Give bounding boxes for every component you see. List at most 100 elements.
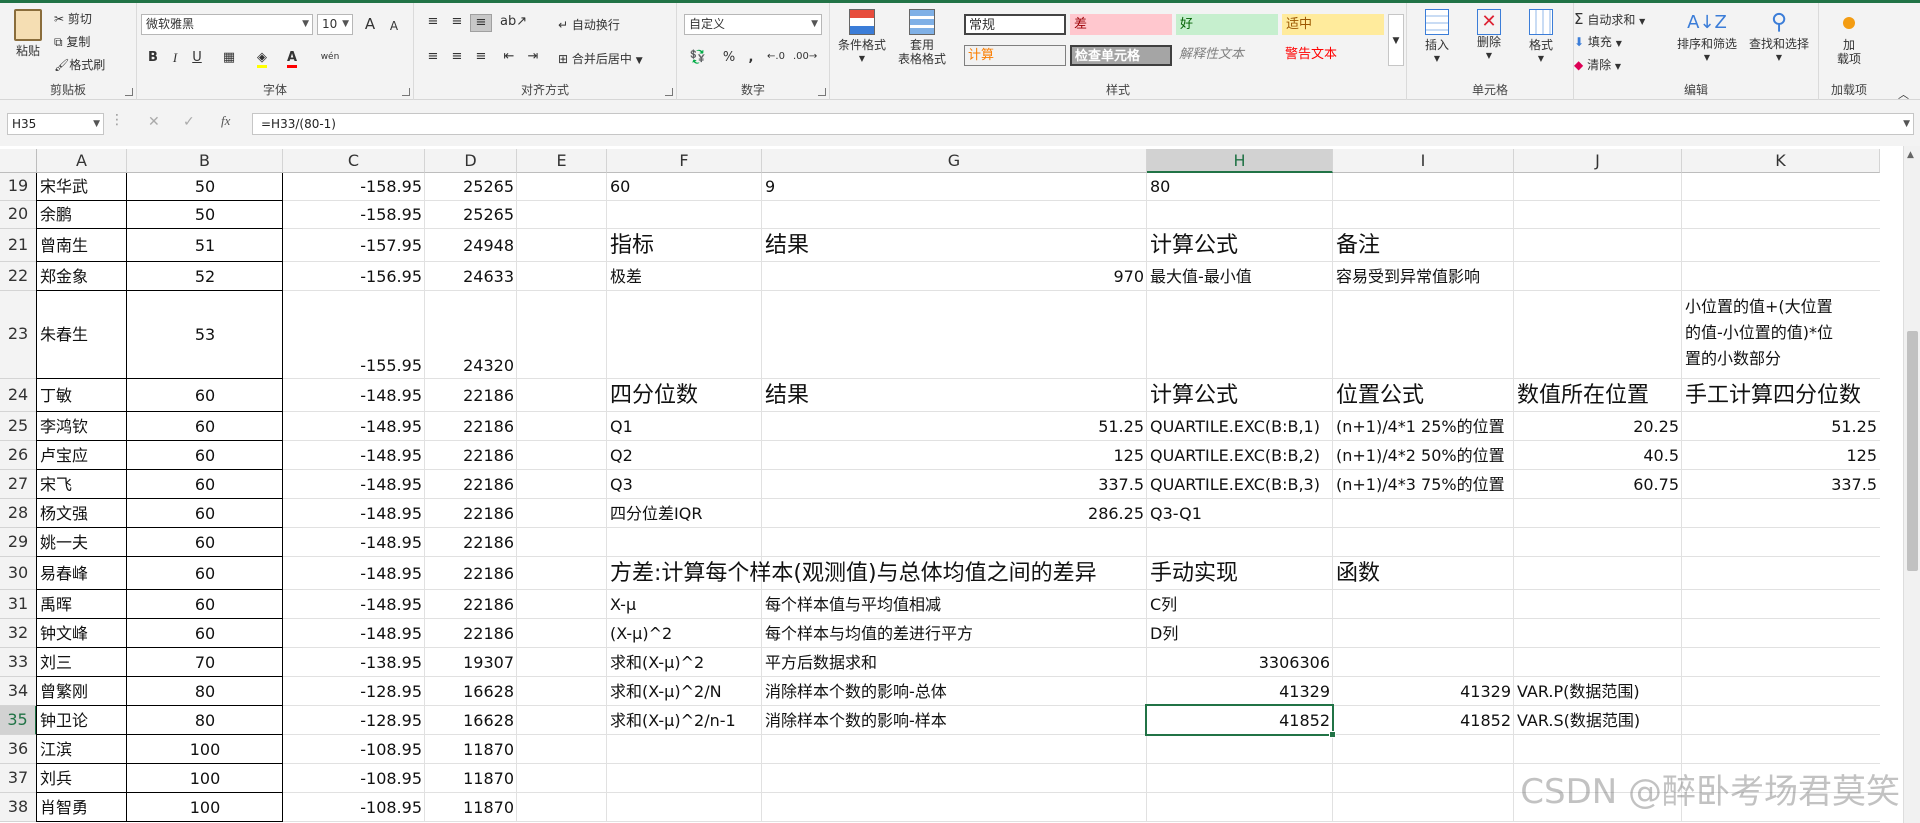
cell-a32[interactable]: 钟文峰 [37, 619, 127, 648]
cell-g27[interactable]: 337.5 [762, 470, 1147, 499]
cell-a26[interactable]: 卢宝应 [37, 441, 127, 470]
format-painter-button[interactable]: 🖌格式刷 [54, 56, 105, 73]
cell-h33[interactable]: 3306306 [1147, 648, 1333, 677]
row-header-38[interactable]: 38 [0, 793, 37, 822]
cell-b21[interactable]: 51 [127, 229, 283, 262]
cell-d38[interactable]: 11870 [425, 793, 517, 822]
scrollbar-thumb[interactable] [1907, 331, 1918, 571]
number-format-select[interactable]: 自定义 ▼ [684, 14, 822, 35]
cell-d35[interactable]: 16628 [425, 706, 517, 735]
column-header-b[interactable]: B [127, 149, 283, 173]
formula-input[interactable]: =H33/(80-1) ▼ [252, 113, 1914, 135]
cell-j34[interactable]: VAR.P(数据范围) [1514, 677, 1682, 706]
cell-c35[interactable]: -128.95 [283, 706, 425, 735]
cell-i26[interactable]: (n+1)/4*2 50%的位置 [1333, 441, 1514, 470]
italic-button[interactable]: I [167, 50, 183, 66]
cell-c25[interactable]: -148.95 [283, 412, 425, 441]
cell-c20[interactable]: -158.95 [283, 201, 425, 229]
cell-g34[interactable]: 消除样本个数的影响-总体 [762, 677, 1147, 706]
cell-b33[interactable]: 70 [127, 648, 283, 677]
cell-g32[interactable]: 每个样本与均值的差进行平方 [762, 619, 1147, 648]
cell-h27[interactable]: QUARTILE.EXC(B:B,3) [1147, 470, 1333, 499]
cell-d30[interactable]: 22186 [425, 557, 517, 590]
cell-a23[interactable]: 朱春生 [37, 291, 127, 379]
cell-g19[interactable]: 9 [762, 173, 1147, 201]
fill-handle[interactable] [1329, 731, 1336, 738]
column-header-a[interactable]: A [37, 149, 127, 173]
merge-center-button[interactable]: ⊞ 合并后居中 ▼ [558, 50, 643, 67]
cancel-icon[interactable]: ✕ [148, 114, 160, 130]
row-header-23[interactable]: 23 [0, 291, 37, 379]
cell-h25[interactable]: QUARTILE.EXC(B:B,1) [1147, 412, 1333, 441]
find-select-button[interactable]: ⚲ 查找和选择 ▼ [1744, 9, 1814, 65]
cell-h30[interactable]: 手动实现 [1147, 557, 1333, 590]
cell-h24[interactable]: 计算公式 [1147, 379, 1333, 412]
cell-h22[interactable]: 最大值-最小值 [1147, 262, 1333, 291]
cell-j25[interactable]: 20.25 [1514, 412, 1682, 441]
row-header-31[interactable]: 31 [0, 590, 37, 619]
row-header-25[interactable]: 25 [0, 412, 37, 441]
row-header-32[interactable]: 32 [0, 619, 37, 648]
decrease-font-button[interactable]: A [385, 18, 403, 34]
cell-g21[interactable]: 结果 [762, 229, 1147, 262]
format-button[interactable]: 格式 ▼ [1517, 9, 1565, 66]
font-color-button[interactable]: A [281, 50, 303, 68]
enter-icon[interactable]: ✓ [183, 114, 195, 130]
cell-d36[interactable]: 11870 [425, 735, 517, 764]
cell-c22[interactable]: -156.95 [283, 262, 425, 291]
cell-a27[interactable]: 宋飞 [37, 470, 127, 499]
column-header-c[interactable]: C [283, 149, 425, 173]
cell-c36[interactable]: -108.95 [283, 735, 425, 764]
delete-button[interactable]: ✕ 删除 ▼ [1465, 9, 1513, 63]
wrap-text-button[interactable]: ↵ 自动换行 [558, 16, 620, 33]
vertical-scrollbar[interactable]: ▲ [1903, 146, 1920, 823]
cell-g35[interactable]: 消除样本个数的影响-样本 [762, 706, 1147, 735]
sort-filter-button[interactable]: A↓Z 排序和筛选 ▼ [1674, 9, 1740, 65]
style-calculation[interactable]: 计算 [964, 45, 1066, 66]
cell-c33[interactable]: -138.95 [283, 648, 425, 677]
cell-d33[interactable]: 19307 [425, 648, 517, 677]
align-middle-button[interactable]: ≡ [448, 14, 466, 30]
cell-b34[interactable]: 80 [127, 677, 283, 706]
column-header-k[interactable]: K [1682, 149, 1880, 173]
insert-function-button[interactable]: fx [221, 113, 230, 129]
clipboard-launcher[interactable] [125, 88, 133, 96]
column-header-g[interactable]: G [762, 149, 1147, 173]
cell-d19[interactable]: 25265 [425, 173, 517, 201]
column-header-j[interactable]: J [1514, 149, 1682, 173]
align-bottom-button[interactable]: ≡ [470, 14, 492, 32]
cell-a30[interactable]: 易春峰 [37, 557, 127, 590]
cell-c29[interactable]: -148.95 [283, 528, 425, 557]
bold-button[interactable]: B [145, 50, 161, 66]
cell-h21[interactable]: 计算公式 [1147, 229, 1333, 262]
cell-h32[interactable]: D列 [1147, 619, 1333, 648]
cell-b29[interactable]: 60 [127, 528, 283, 557]
style-normal[interactable]: 常规 [964, 14, 1066, 35]
cell-b31[interactable]: 60 [127, 590, 283, 619]
cell-h26[interactable]: QUARTILE.EXC(B:B,2) [1147, 441, 1333, 470]
cell-f30[interactable]: 方差:计算每个样本(观测值)与总体均值之间的差异 [607, 557, 1097, 590]
cell-a20[interactable]: 余鹏 [37, 201, 127, 229]
cell-b24[interactable]: 60 [127, 379, 283, 412]
autosum-button[interactable]: Σ 自动求和 ▼ [1574, 10, 1645, 28]
cell-b32[interactable]: 60 [127, 619, 283, 648]
cell-b23[interactable]: 53 [127, 291, 283, 379]
row-header-20[interactable]: 20 [0, 201, 37, 229]
cell-g33[interactable]: 平方后数据求和 [762, 648, 1147, 677]
fill-color-button[interactable]: ◈ [251, 50, 273, 68]
comma-button[interactable]: , [743, 50, 759, 66]
cell-c30[interactable]: -148.95 [283, 557, 425, 590]
row-header-30[interactable]: 30 [0, 557, 37, 590]
cell-k27[interactable]: 337.5 [1682, 470, 1880, 499]
column-header-i[interactable]: I [1333, 149, 1514, 173]
increase-decimal-button[interactable]: ←.0 [765, 49, 787, 65]
cell-d29[interactable]: 22186 [425, 528, 517, 557]
cell-h34[interactable]: 41329 [1147, 677, 1333, 706]
format-as-table-button[interactable]: 套用 表格格式 [894, 9, 950, 66]
row-header-26[interactable]: 26 [0, 441, 37, 470]
percent-button[interactable]: % [721, 50, 737, 66]
cell-c34[interactable]: -128.95 [283, 677, 425, 706]
cell-d20[interactable]: 25265 [425, 201, 517, 229]
cell-k26[interactable]: 125 [1682, 441, 1880, 470]
cut-button[interactable]: ✂ 剪切 [54, 10, 92, 27]
